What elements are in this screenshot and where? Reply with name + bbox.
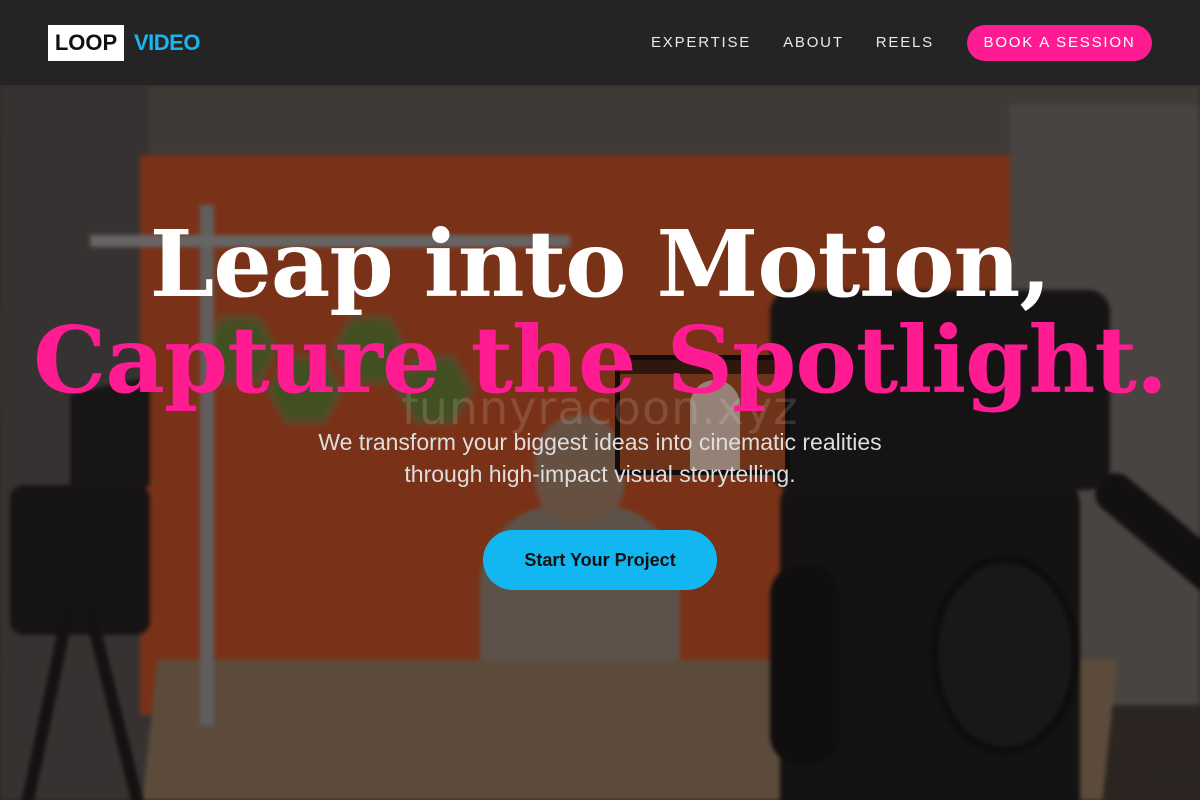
hero-subtitle-line1: We transform your biggest ideas into cin… xyxy=(318,429,882,455)
hero-headline-line2: Capture the Spotlight. xyxy=(33,306,1168,414)
nav-link-reels[interactable]: REELS xyxy=(876,34,934,51)
logo[interactable]: LOOP VIDEO xyxy=(48,24,200,61)
navbar: LOOP VIDEO EXPERTISE ABOUT REELS BOOK A … xyxy=(0,0,1200,85)
start-project-button[interactable]: Start Your Project xyxy=(483,530,717,590)
main-nav: EXPERTISE ABOUT REELS BOOK A SESSION xyxy=(651,24,1152,61)
hero-headline-line1: Leap into Motion, xyxy=(149,210,1052,318)
book-session-button[interactable]: BOOK A SESSION xyxy=(967,24,1152,61)
nav-link-about[interactable]: ABOUT xyxy=(783,34,844,51)
hero-section: funnyracoon.xyz Leap into Motion, Captur… xyxy=(0,85,1200,800)
nav-link-expertise[interactable]: EXPERTISE xyxy=(651,34,751,51)
logo-text: VIDEO xyxy=(134,29,200,55)
hero-subtitle-line2: through high-impact visual storytelling. xyxy=(404,461,796,487)
logo-box: LOOP xyxy=(48,24,124,61)
hero-subtitle: We transform your biggest ideas into cin… xyxy=(250,426,950,490)
